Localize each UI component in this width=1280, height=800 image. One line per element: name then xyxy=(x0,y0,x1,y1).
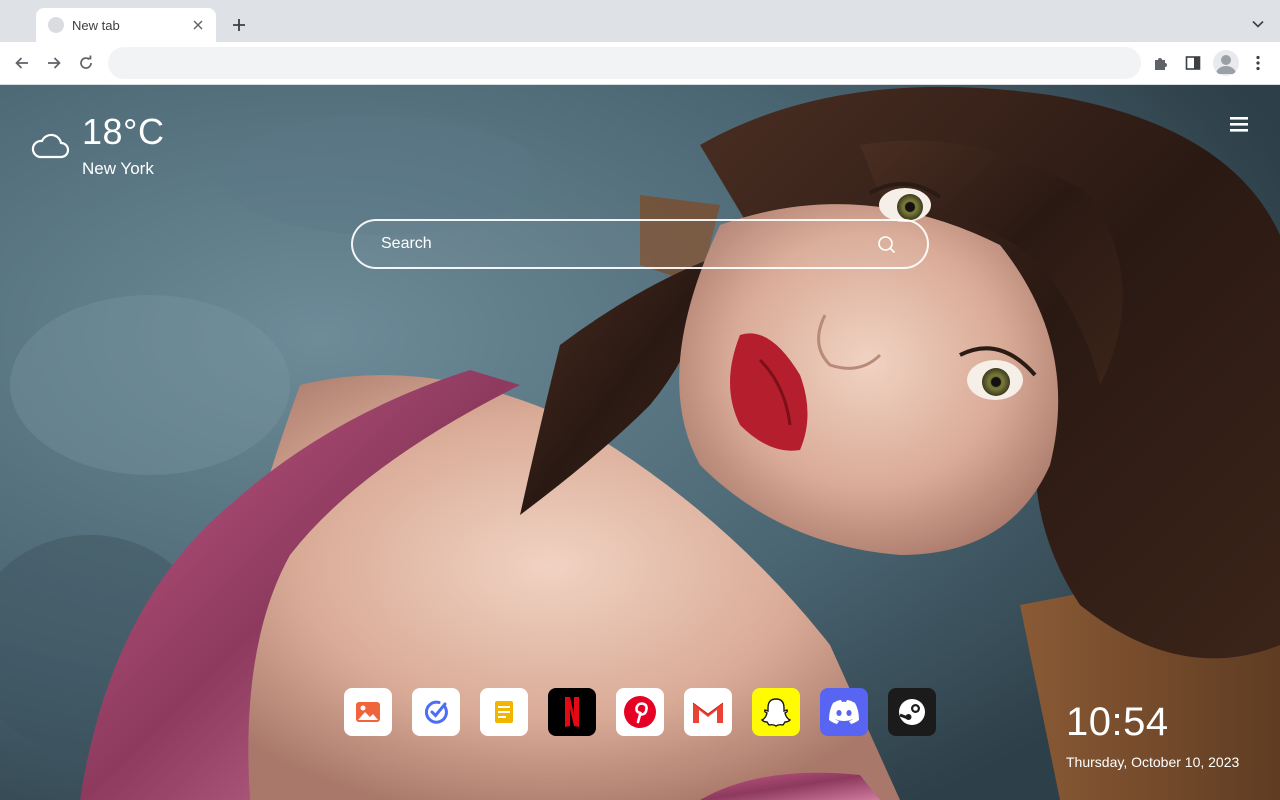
puzzle-icon xyxy=(1155,58,1167,70)
back-button[interactable] xyxy=(9,50,35,76)
tab-title: New tab xyxy=(72,17,120,33)
gmail-icon xyxy=(692,702,724,723)
tab-favicon-icon xyxy=(48,17,64,33)
tab-search-button[interactable] xyxy=(1248,14,1268,34)
shortcut-netflix[interactable] xyxy=(548,688,596,736)
steam-icon xyxy=(899,699,925,725)
chevron-down-icon xyxy=(1252,20,1264,28)
settings-menu-button[interactable] xyxy=(1228,115,1250,135)
side-panel-icon xyxy=(1185,56,1201,70)
clock-date: Thursday, October 10, 2023 xyxy=(1066,754,1240,770)
shortcut-tasks[interactable] xyxy=(412,688,460,736)
weather-city: New York xyxy=(82,159,154,178)
snapchat-icon xyxy=(760,698,792,727)
shortcut-pinterest[interactable] xyxy=(616,688,664,736)
netflix-icon xyxy=(565,697,579,727)
clock-widget: 10:54 Thursday, October 10, 2023 xyxy=(1066,702,1239,770)
shortcut-discord[interactable] xyxy=(820,688,868,736)
shortcut-gmail[interactable] xyxy=(684,688,732,736)
plus-icon xyxy=(233,19,245,31)
check-circle-icon xyxy=(424,700,448,724)
browser-toolbar xyxy=(0,42,1280,85)
shortcut-snapchat[interactable] xyxy=(752,688,800,736)
note-icon xyxy=(495,701,513,723)
tab-new-tab[interactable]: New tab xyxy=(36,8,216,42)
new-tab-page: 18°C New York Search 10:54 Thursday, Oct… xyxy=(0,85,1280,800)
new-tab-button[interactable] xyxy=(228,14,250,36)
shortcut-photos[interactable] xyxy=(344,688,392,736)
shortcut-steam[interactable] xyxy=(888,688,936,736)
profile-avatar[interactable] xyxy=(1213,50,1239,76)
clock-time: 10:54 xyxy=(1066,700,1169,744)
extensions-button[interactable] xyxy=(1148,50,1174,76)
shortcut-notes[interactable] xyxy=(480,688,528,736)
arrow-left-icon xyxy=(15,57,28,69)
arrow-right-icon xyxy=(48,57,61,69)
close-icon[interactable] xyxy=(190,17,206,33)
hamburger-icon xyxy=(1230,117,1248,132)
search-box[interactable] xyxy=(351,219,929,269)
search-input[interactable] xyxy=(381,221,861,267)
weather-temperature: 18°C xyxy=(82,111,165,152)
cloud-icon xyxy=(31,133,70,159)
image-icon xyxy=(356,702,380,722)
browser-menu-button[interactable] xyxy=(1245,50,1271,76)
tab-strip: New tab xyxy=(0,0,1280,42)
reload-icon xyxy=(80,55,92,69)
reload-button[interactable] xyxy=(73,50,99,76)
address-bar[interactable] xyxy=(108,47,1141,79)
shortcuts-dock xyxy=(344,688,936,736)
side-panel-button[interactable] xyxy=(1180,50,1206,76)
weather-widget[interactable]: 18°C New York xyxy=(30,113,164,179)
search-icon[interactable] xyxy=(877,235,897,255)
kebab-menu-icon xyxy=(1256,55,1260,71)
avatar-icon xyxy=(1216,55,1236,74)
pinterest-icon xyxy=(624,696,656,728)
discord-icon xyxy=(829,700,859,724)
forward-button[interactable] xyxy=(41,50,67,76)
